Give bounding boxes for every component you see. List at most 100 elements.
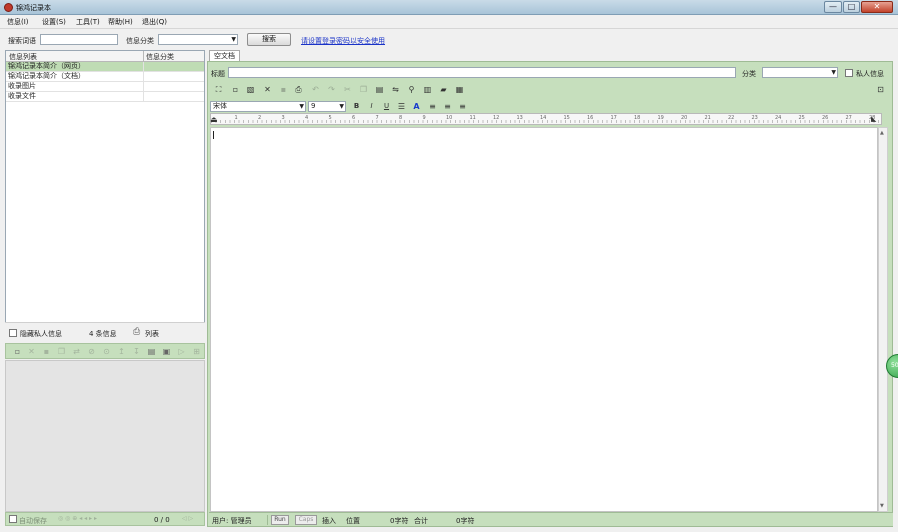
open-folder-icon[interactable]: ▰ bbox=[439, 85, 448, 94]
nav-icon[interactable]: ◁ ▷ bbox=[182, 515, 193, 522]
export-icon[interactable]: ↧ bbox=[132, 347, 141, 356]
ruler-number: 23 bbox=[751, 115, 758, 121]
hide-private-checkbox[interactable] bbox=[9, 329, 17, 337]
column-category-header[interactable]: 信息分类 bbox=[146, 52, 174, 62]
list-item-title: 锦鸿记录本简介（网页） bbox=[8, 62, 85, 70]
delete-icon[interactable]: ✕ bbox=[27, 347, 36, 356]
copy-icon[interactable]: ❐ bbox=[57, 347, 66, 356]
ruler-number: 10 bbox=[446, 115, 453, 121]
ruler-number: 19 bbox=[657, 115, 664, 121]
bold-button[interactable]: B bbox=[352, 102, 361, 111]
char-count: 0字符 bbox=[390, 517, 409, 525]
attachment-panel bbox=[5, 360, 205, 512]
ruler-number: 1 bbox=[234, 115, 238, 121]
new-icon[interactable]: ▫ bbox=[13, 347, 22, 356]
chevron-down-icon: ▼ bbox=[231, 36, 236, 43]
title-bar[interactable]: 锦鸿记录本 — □ ✕ bbox=[0, 0, 898, 15]
auto-save-checkbox[interactable] bbox=[9, 515, 17, 523]
find-icon[interactable]: ⚲ bbox=[407, 85, 416, 94]
delete-icon[interactable]: ✕ bbox=[263, 85, 272, 94]
category-select[interactable]: ▼ bbox=[762, 67, 838, 78]
underline-button[interactable]: U bbox=[382, 102, 391, 111]
bullet-list-icon[interactable]: ☰ bbox=[397, 102, 406, 111]
set-password-link[interactable]: 请设置登录密码以安全使用 bbox=[301, 36, 385, 46]
menu-tools[interactable]: 工具(T) bbox=[76, 17, 100, 27]
column-title-header[interactable]: 信息列表 bbox=[9, 52, 37, 62]
ruler-number: 16 bbox=[587, 115, 594, 121]
export-icon[interactable]: ▦ bbox=[455, 85, 464, 94]
vertical-scrollbar[interactable]: ▲ ▼ bbox=[878, 127, 888, 512]
collapse-icon[interactable]: ⊡ bbox=[876, 85, 885, 94]
list-item[interactable]: 锦鸿记录本简介（文档） bbox=[6, 72, 204, 82]
align-right-icon[interactable]: ≡ bbox=[458, 102, 467, 111]
move-icon[interactable]: ⇄ bbox=[72, 347, 81, 356]
menu-info[interactable]: 信息(I) bbox=[7, 17, 29, 27]
scroll-down-icon[interactable]: ▼ bbox=[880, 503, 884, 509]
grid-icon[interactable]: ⊞ bbox=[192, 347, 201, 356]
printer-icon[interactable]: ⎙ bbox=[133, 327, 140, 337]
search-category-select[interactable]: ▼ bbox=[158, 34, 238, 45]
ruler-number: 15 bbox=[563, 115, 570, 121]
ruler-number: 27 bbox=[845, 115, 852, 121]
search-button[interactable]: 搜索 bbox=[247, 33, 291, 46]
document-editor[interactable] bbox=[210, 127, 878, 512]
menu-settings[interactable]: 设置(S) bbox=[42, 17, 66, 27]
new-doc-icon[interactable]: ▫ bbox=[231, 85, 240, 94]
align-center-icon[interactable]: ≡ bbox=[443, 102, 452, 111]
import-icon[interactable]: ↥ bbox=[117, 347, 126, 356]
list-item[interactable]: 收录图片 bbox=[6, 82, 204, 92]
ruler[interactable]: 1 2 3 4 5 6 7 8 9 10 11 12 13 14 15 16 17 18 19 20 21 22 23 24 2… bbox=[210, 113, 882, 125]
title-input[interactable] bbox=[228, 67, 736, 78]
undo-icon[interactable]: ↶ bbox=[311, 85, 320, 94]
status-bar: 用户: 管理员 Run Caps 插入 位置 0字符 合计 0字符 bbox=[209, 512, 893, 526]
image-icon[interactable]: ▣ bbox=[162, 347, 171, 356]
italic-button[interactable]: I bbox=[367, 102, 376, 111]
ruler-number: 6 bbox=[352, 115, 356, 121]
auto-save-label: 自动保存 bbox=[19, 517, 47, 525]
ruler-number: 20 bbox=[681, 115, 688, 121]
save-icon[interactable]: ▪ bbox=[279, 85, 288, 94]
ruler-number: 11 bbox=[469, 115, 476, 121]
menu-help[interactable]: 帮助(H) bbox=[108, 17, 133, 27]
list-item[interactable]: 锦鸿记录本简介（网页） bbox=[6, 62, 204, 72]
font-color-button[interactable]: A bbox=[412, 102, 421, 111]
edit-icon[interactable]: ▧ bbox=[246, 85, 255, 94]
right-indent-icon[interactable]: ◣ bbox=[871, 115, 876, 123]
indent-marker-icon[interactable]: ⏏ bbox=[210, 115, 218, 124]
ruler-number: 5 bbox=[328, 115, 332, 121]
playback-controls[interactable]: ◎ ◎ ⊕ ◂ ◂ ▸ ▸ bbox=[58, 515, 97, 522]
ruler-number: 17 bbox=[610, 115, 617, 121]
menu-bar: 信息(I) 设置(S) 工具(T) 帮助(H) 退出(Q) bbox=[0, 15, 898, 29]
redo-icon[interactable]: ↷ bbox=[327, 85, 336, 94]
menu-exit[interactable]: 退出(Q) bbox=[142, 17, 167, 27]
folder-icon[interactable]: ▤ bbox=[147, 347, 156, 356]
info-list[interactable]: 信息列表 信息分类 锦鸿记录本简介（网页） 锦鸿记录本简介（文档） 收录图片 收… bbox=[5, 50, 205, 342]
list-item[interactable]: 收录文件 bbox=[6, 92, 204, 102]
copy-icon[interactable]: ❐ bbox=[359, 85, 368, 94]
keyword-input[interactable] bbox=[40, 34, 118, 45]
close-button[interactable]: ✕ bbox=[861, 1, 893, 13]
print-icon[interactable]: ⎙ bbox=[294, 85, 303, 94]
user-status: 用户: 管理员 bbox=[212, 517, 252, 525]
hide-private-label: 隐藏私人信息 bbox=[20, 330, 62, 338]
ruler-number: 22 bbox=[728, 115, 735, 121]
font-name-select[interactable]: 宋体 ▼ bbox=[210, 101, 306, 112]
book-icon[interactable]: ▥ bbox=[423, 85, 432, 94]
left-status-bar: 自动保存 ◎ ◎ ⊕ ◂ ◂ ▸ ▸ 0 / 0 ◁ ▷ bbox=[5, 512, 205, 526]
save-icon[interactable]: ▪ bbox=[42, 347, 51, 356]
private-checkbox[interactable] bbox=[845, 69, 853, 77]
cut-icon[interactable]: ✂ bbox=[343, 85, 352, 94]
paste-icon[interactable]: ▤ bbox=[375, 85, 384, 94]
fullscreen-icon[interactable]: ⛶ bbox=[214, 85, 223, 94]
maximize-button[interactable]: □ bbox=[843, 1, 860, 13]
font-size-select[interactable]: 9 ▼ bbox=[308, 101, 346, 112]
attach-icon[interactable]: ⊘ bbox=[87, 347, 96, 356]
forward-icon[interactable]: ▷ bbox=[177, 347, 186, 356]
scroll-up-icon[interactable]: ▲ bbox=[880, 130, 884, 136]
minimize-button[interactable]: — bbox=[824, 1, 842, 13]
align-left-icon[interactable]: ≡ bbox=[428, 102, 437, 111]
total-label: 合计 bbox=[414, 517, 428, 525]
link-icon[interactable]: ⊙ bbox=[102, 347, 111, 356]
list-button[interactable]: 列表 bbox=[145, 329, 159, 339]
replace-icon[interactable]: ⇋ bbox=[391, 85, 400, 94]
